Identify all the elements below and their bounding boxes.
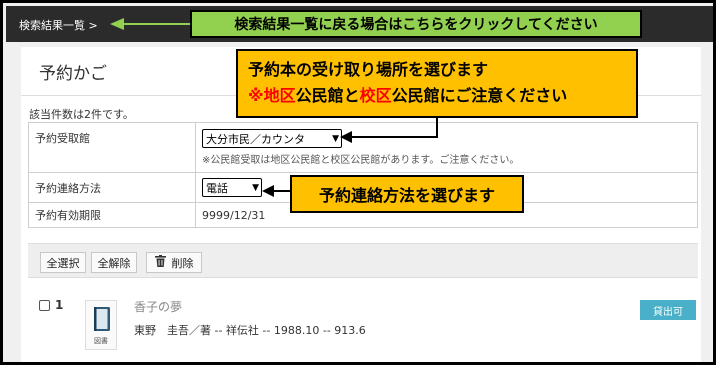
pickup-callout-suffix: 公民館にご注意ください xyxy=(391,86,568,105)
pickup-callout-school: 校区 xyxy=(359,86,392,105)
pickup-callout: 予約本の受け取り場所を選びます ※地区公民館と校区公民館にご注意ください xyxy=(236,49,638,118)
contact-callout: 予約連絡方法を選びます xyxy=(290,175,524,213)
pickup-callout-district: 地区 xyxy=(263,86,296,105)
pickup-callout-line1: 予約本の受け取り場所を選びます xyxy=(248,60,489,79)
back-callout: 検索結果一覧に戻る場合はこちらをクリックしてください xyxy=(190,10,642,38)
pickup-callout-mark: ※ xyxy=(248,86,264,105)
pickup-callout-line2: ※地区公民館と校区公民館にご注意ください xyxy=(248,83,626,109)
pickup-callout-mid: 公民館と xyxy=(295,86,360,105)
